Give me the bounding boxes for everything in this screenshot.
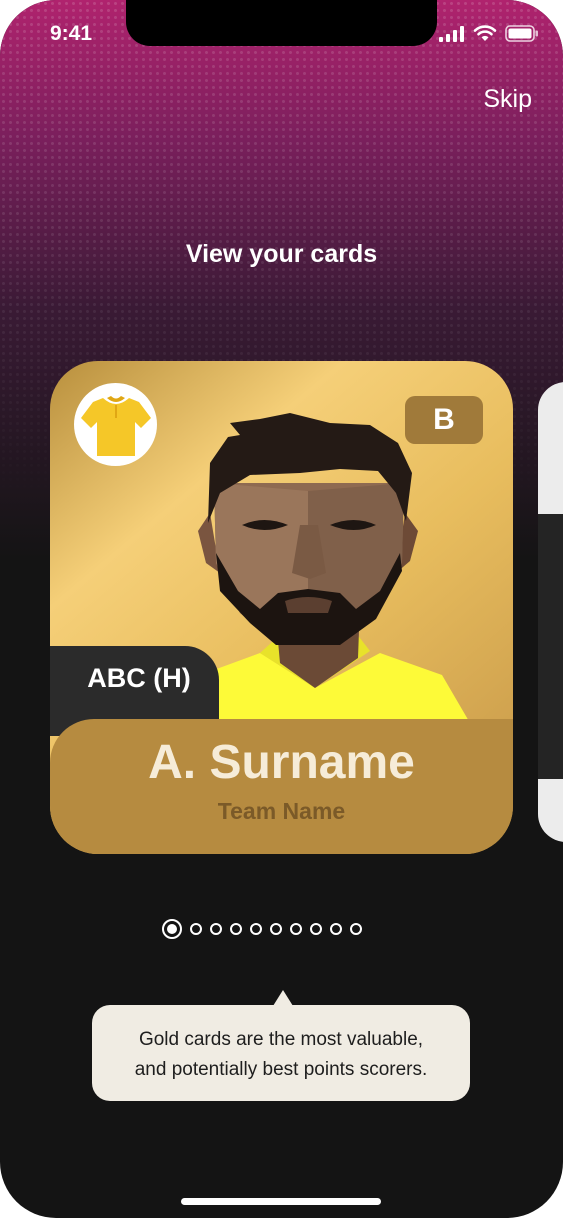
page-title: View your cards	[185, 240, 378, 268]
page-dot[interactable]	[310, 923, 322, 935]
page-dot[interactable]	[210, 923, 222, 935]
page-dot[interactable]	[330, 923, 342, 935]
page-dot[interactable]	[190, 923, 202, 935]
tooltip-arrow	[273, 990, 293, 1006]
player-name: A. Surname	[148, 736, 415, 789]
next-card-peek[interactable]	[538, 382, 563, 842]
tooltip-line-1: Gold cards are the most valuable,	[138, 1029, 424, 1050]
page-dot[interactable]	[230, 923, 242, 935]
shirt-icon	[80, 395, 151, 456]
notch	[126, 0, 437, 46]
info-tooltip: Gold cards are the most valuable, and po…	[92, 1005, 470, 1101]
page-dot[interactable]	[350, 923, 362, 935]
page-dot[interactable]	[270, 923, 282, 935]
skip-button[interactable]: Skip	[483, 85, 532, 114]
page-dot-active[interactable]	[162, 919, 182, 939]
fixture-label: ABC (H)	[87, 663, 191, 693]
phone-screen: 9:41 Skip View your cards B ABC (H) A. S…	[0, 0, 563, 1218]
page-indicator	[162, 919, 362, 939]
tooltip-line-2: and potentially best points scorers.	[134, 1059, 428, 1080]
status-icons	[439, 25, 539, 42]
home-indicator[interactable]	[181, 1198, 381, 1205]
team-name: Team Name	[217, 798, 346, 824]
next-card-band	[538, 514, 563, 779]
page-dot[interactable]	[290, 923, 302, 935]
team-shirt-badge	[74, 383, 157, 466]
wifi-icon	[473, 25, 497, 41]
signal-icon	[439, 25, 464, 42]
battery-icon	[505, 25, 538, 42]
status-time: 9:41	[50, 22, 93, 45]
page-dot[interactable]	[250, 923, 262, 935]
player-card[interactable]: B ABC (H) A. Surname Team Name	[50, 361, 513, 854]
